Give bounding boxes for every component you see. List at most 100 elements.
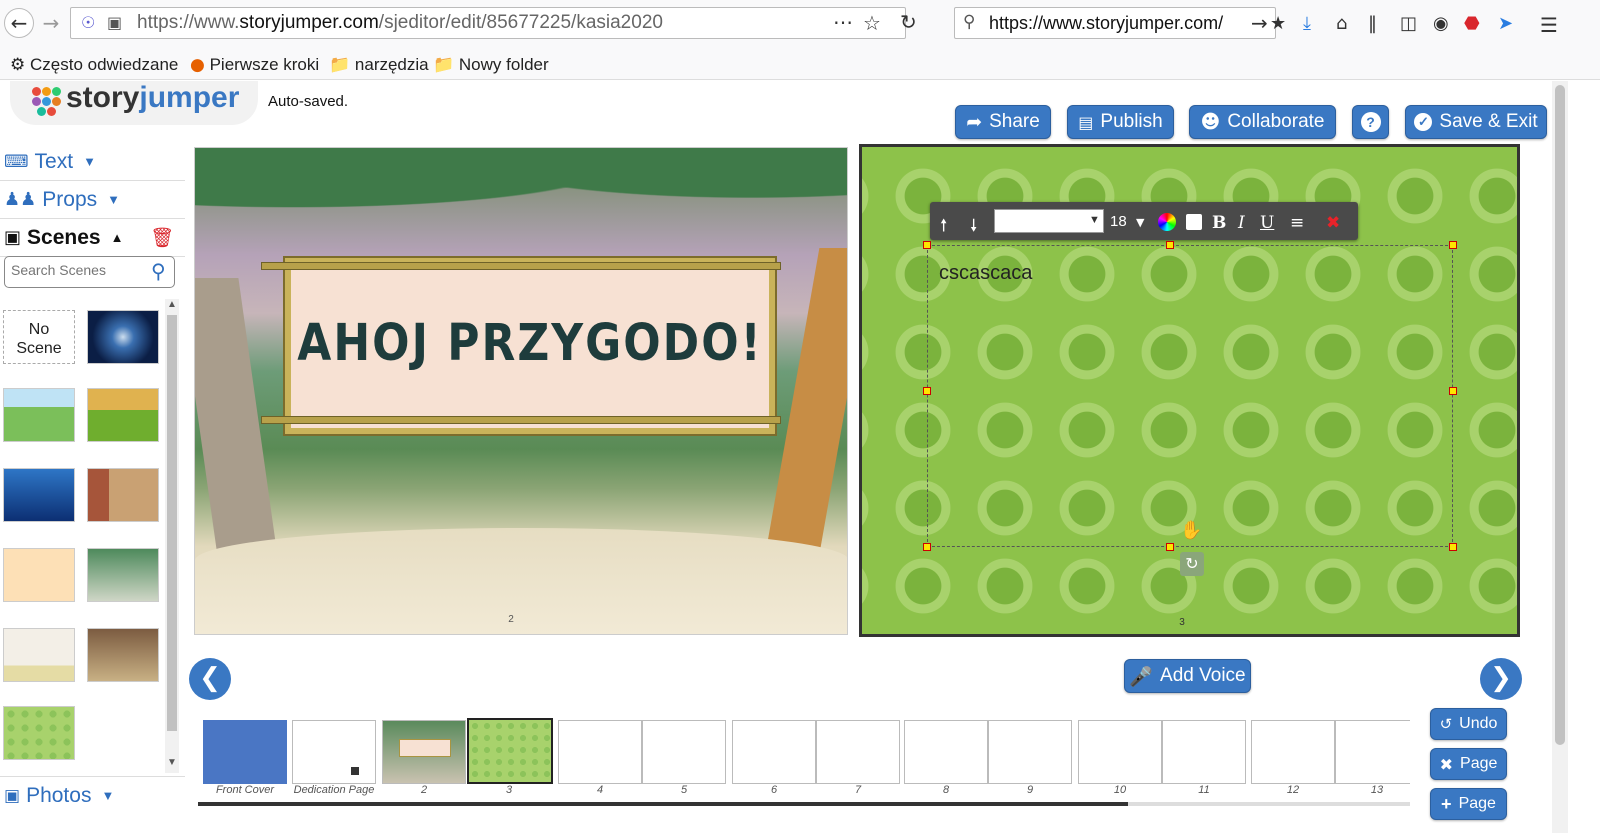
delete-page-button[interactable]: ✖ Page <box>1430 748 1507 780</box>
scene-thumb-forest-glade[interactable] <box>87 388 159 442</box>
search-scenes-field[interactable]: ⚲ <box>4 256 175 288</box>
url-bar[interactable]: ☉ ▣ https://www.storyjumper.com/sjeditor… <box>70 7 906 39</box>
font-size-select[interactable]: 18 <box>1110 213 1127 230</box>
download-icon[interactable]: ⤓ <box>1303 13 1311 34</box>
adblock-icon[interactable]: ⬣ <box>1464 13 1480 34</box>
resize-handle[interactable] <box>1449 241 1457 249</box>
page-thumb-dedication[interactable] <box>292 720 376 784</box>
page-thumb-6[interactable] <box>732 720 816 784</box>
scene-thumb-room[interactable] <box>87 468 159 522</box>
bookmark-item[interactable]: ● Pierwsze kroki <box>190 55 319 75</box>
photos-panel-toggle[interactable]: ▣ Photos ▼ <box>0 776 185 814</box>
page-scrollbar[interactable] <box>1552 81 1568 833</box>
search-scenes-input[interactable] <box>11 262 147 278</box>
go-icon[interactable]: → <box>1251 11 1268 35</box>
props-panel-toggle[interactable]: ♟♟ Props ▼ <box>0 181 185 219</box>
home-icon[interactable]: ⌂ <box>1336 13 1347 34</box>
scene-thumb-village[interactable] <box>3 388 75 442</box>
rotate-icon[interactable]: ↻ <box>1180 552 1204 576</box>
page-thumb-8[interactable] <box>904 720 988 784</box>
delete-icon[interactable]: ✖ <box>1326 213 1340 233</box>
italic-icon[interactable]: I <box>1238 213 1245 233</box>
forward-icon[interactable]: → <box>36 8 66 38</box>
add-voice-button[interactable]: 🎤 Add Voice <box>1124 659 1251 693</box>
right-page[interactable]: 🠕 🠗 ▼ 18 ▼ B I U ≡ ✖ cscascaca ✋ ↻ 3 <box>859 144 1520 637</box>
scene-thumb-green-pattern[interactable] <box>3 706 75 760</box>
page-strip-scrollbar[interactable] <box>198 802 1410 806</box>
resize-handle[interactable] <box>923 543 931 551</box>
move-hand-icon[interactable]: ✋ <box>1180 520 1202 541</box>
search-icon[interactable]: ⚲ <box>151 259 166 283</box>
sidebar-icon[interactable]: ◫ <box>1400 13 1417 34</box>
next-page-icon[interactable]: ❯ <box>1480 658 1522 700</box>
scene-thumb-space[interactable] <box>87 310 159 364</box>
lock-icon[interactable]: ▣ <box>107 13 122 32</box>
resize-handle[interactable] <box>923 241 931 249</box>
prev-page-icon[interactable]: ❮ <box>189 658 231 700</box>
scenes-panel-toggle[interactable]: ▣ Scenes ▲ 🗑 <box>0 219 185 257</box>
arrow-up-icon[interactable]: 🠕 <box>940 213 947 242</box>
page-thumb-4[interactable] <box>558 720 642 784</box>
arrow-down-icon[interactable]: 🠗 <box>970 213 977 242</box>
page-strip-scroll-thumb[interactable] <box>198 802 1128 806</box>
bookmark-item[interactable]: ⚙ Często odwiedzane <box>10 55 178 75</box>
page-thumb-front-cover[interactable] <box>203 720 287 784</box>
scene-thumb-bedroom[interactable] <box>87 628 159 682</box>
publish-button[interactable]: ▤ Publish <box>1067 105 1174 139</box>
reload-icon[interactable]: ↻ <box>900 10 917 34</box>
undo-button[interactable]: ↺ Undo <box>1430 708 1507 740</box>
resize-handle[interactable] <box>1449 543 1457 551</box>
reading-list-icon[interactable]: ★ <box>1270 13 1286 34</box>
underline-icon[interactable]: U <box>1260 213 1274 233</box>
scene-thumb-plain[interactable] <box>3 548 75 602</box>
resize-handle[interactable] <box>923 387 931 395</box>
scroll-up-icon[interactable]: ▲ <box>167 299 177 310</box>
logo[interactable]: storyjumper <box>10 81 258 125</box>
shield-icon[interactable]: ☉ <box>81 13 95 32</box>
scene-thumb-classroom[interactable] <box>3 628 75 682</box>
align-icon[interactable]: ≡ <box>1290 213 1304 233</box>
bookmark-item[interactable]: 📁 narzędzia <box>329 55 429 75</box>
cursor-extension-icon[interactable]: ➤ <box>1498 13 1513 34</box>
page-thumb-9[interactable] <box>988 720 1072 784</box>
scenes-scrollbar[interactable]: ▲ ▼ <box>165 299 179 773</box>
background-color-icon[interactable] <box>1186 214 1202 230</box>
left-page[interactable]: AHOJ PRZYGODO! 2 <box>194 147 848 635</box>
library-icon[interactable]: ‖ <box>1368 13 1377 34</box>
page-scrollbar-thumb[interactable] <box>1555 85 1565 745</box>
page-thumb-10[interactable] <box>1078 720 1162 784</box>
scene-thumb-jungle[interactable] <box>87 548 159 602</box>
more-icon[interactable]: ⋯ <box>833 10 853 35</box>
add-page-button[interactable]: + Page <box>1430 788 1507 820</box>
save-exit-button[interactable]: ✓ Save & Exit <box>1405 105 1547 139</box>
share-button[interactable]: ➦ Share <box>955 105 1051 139</box>
search-bar[interactable]: ⚲ https://www.storyjumper.com/ → <box>954 7 1276 39</box>
help-button[interactable]: ? <box>1352 105 1389 139</box>
menu-icon[interactable]: ☰ <box>1540 13 1558 37</box>
resize-handle[interactable] <box>1449 387 1457 395</box>
page-thumb-12[interactable] <box>1251 720 1335 784</box>
text-panel-toggle[interactable]: ⌨ Text ▼ <box>0 143 185 181</box>
text-box[interactable]: cscascaca ✋ <box>927 245 1453 547</box>
page-thumb-11[interactable] <box>1162 720 1246 784</box>
account-icon[interactable]: ◉ <box>1433 13 1449 34</box>
scene-thumb-underwater[interactable] <box>3 468 75 522</box>
scroll-down-icon[interactable]: ▼ <box>167 757 177 768</box>
page-thumb-3[interactable] <box>467 718 553 784</box>
page-thumb-7[interactable] <box>816 720 900 784</box>
resize-handle[interactable] <box>1166 543 1174 551</box>
bookmark-item[interactable]: 📁 Nowy folder <box>433 55 549 75</box>
caret-down-icon[interactable]: ▼ <box>1136 216 1144 229</box>
no-scene-thumb[interactable]: No Scene <box>3 310 75 364</box>
page-thumb-13[interactable] <box>1335 720 1410 784</box>
search-value[interactable]: https://www.storyjumper.com/ <box>989 13 1223 34</box>
text-box-content[interactable]: cscascaca <box>939 262 1032 285</box>
trash-icon[interactable]: 🗑 <box>150 226 174 249</box>
resize-handle[interactable] <box>1166 241 1174 249</box>
star-icon[interactable]: ☆ <box>863 11 881 35</box>
page-thumb-2[interactable] <box>382 720 466 784</box>
collaborate-button[interactable]: ☻ Collaborate <box>1189 105 1336 139</box>
color-wheel-icon[interactable] <box>1158 213 1176 231</box>
font-family-select[interactable]: ▼ <box>994 209 1104 233</box>
bold-icon[interactable]: B <box>1212 213 1226 233</box>
